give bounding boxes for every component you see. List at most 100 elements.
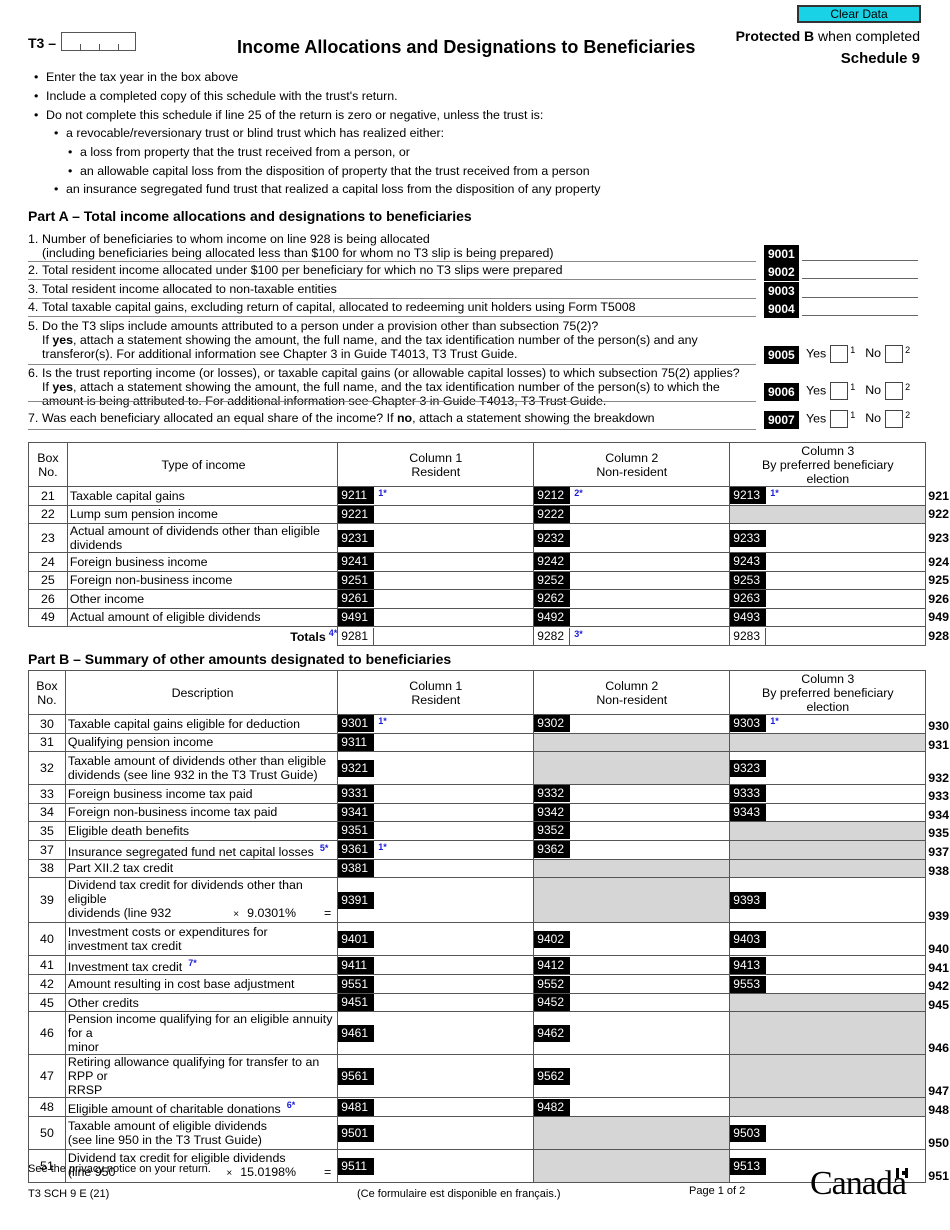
amount-input[interactable]	[374, 505, 534, 523]
answer-input[interactable]	[802, 300, 918, 316]
amount-input[interactable]	[570, 608, 730, 626]
amount-input[interactable]	[374, 975, 534, 993]
question-line: If yes, attach a statement showing the a…	[28, 333, 756, 347]
line-number: 945	[928, 997, 949, 1012]
answer-input[interactable]	[802, 245, 918, 261]
line-number: 934	[928, 807, 949, 822]
amount-input[interactable]	[374, 733, 534, 751]
amount-input[interactable]	[374, 1157, 534, 1175]
amount-field: 9232	[534, 529, 730, 547]
amount-field: 9211 1*	[338, 487, 534, 505]
amount-input[interactable]	[374, 994, 534, 1011]
line-number: 935	[928, 826, 949, 840]
box-number: 23	[28, 523, 68, 553]
field-code: 9005	[764, 346, 799, 364]
amount-input[interactable]	[374, 553, 534, 571]
amount-input[interactable]	[570, 785, 730, 803]
amount-input[interactable]	[374, 759, 534, 777]
amount-input[interactable]	[374, 891, 534, 909]
footnote-ref: 1*	[770, 488, 779, 499]
tax-year-input[interactable]	[61, 32, 136, 51]
amount-input[interactable]	[570, 841, 730, 859]
table-row: 34 Foreign non-business income tax paid 93…	[28, 802, 950, 822]
amount-input[interactable]	[766, 590, 926, 608]
clear-data-button[interactable]: Clear Data	[797, 5, 921, 23]
amount-input[interactable]	[766, 785, 926, 803]
amount-input[interactable]	[766, 803, 926, 821]
amount-input[interactable]	[570, 822, 730, 840]
form-prefix: T3 –	[28, 35, 57, 51]
amount-input[interactable]	[570, 975, 730, 993]
amount-input[interactable]	[766, 975, 926, 993]
amount-input[interactable]	[374, 529, 534, 547]
yes-checkbox[interactable]	[830, 345, 849, 363]
description-text: Insurance segregated fund net capital lo…	[67, 844, 314, 859]
yes-label: Yes	[806, 383, 827, 398]
amount-input[interactable]	[570, 930, 730, 948]
amount-input[interactable]	[374, 841, 534, 859]
amount-input[interactable]	[766, 930, 926, 948]
no-checkbox[interactable]	[885, 382, 904, 400]
amount-input[interactable]	[766, 608, 926, 626]
amount-input[interactable]	[570, 553, 730, 571]
yes-checkbox[interactable]	[830, 410, 849, 428]
table-row: 22 Lump sum pension income 9221 9222 922	[28, 504, 950, 524]
amount-input[interactable]	[374, 956, 534, 974]
amount-input[interactable]	[374, 571, 534, 589]
amount-input[interactable]	[374, 859, 534, 877]
amount-input[interactable]	[570, 487, 730, 505]
amount-input[interactable]	[374, 715, 534, 733]
amount-input[interactable]	[570, 505, 730, 523]
box-code: 9511	[338, 1157, 375, 1175]
no-checkbox[interactable]	[885, 410, 904, 428]
amount-input[interactable]	[570, 956, 730, 974]
total-input[interactable]	[374, 627, 534, 645]
answer-input[interactable]	[802, 263, 918, 279]
amount-input[interactable]	[374, 1124, 534, 1142]
amount-input[interactable]	[766, 553, 926, 571]
yes-checkbox[interactable]	[830, 382, 849, 400]
amount-input[interactable]	[374, 487, 534, 505]
amount-input[interactable]	[766, 956, 926, 974]
amount-input[interactable]	[766, 759, 926, 777]
protected-label: Protected B when completed	[736, 28, 920, 44]
answer-input[interactable]	[802, 282, 918, 298]
amount-input[interactable]	[374, 803, 534, 821]
amount-input[interactable]	[570, 1098, 730, 1116]
amount-input[interactable]	[570, 571, 730, 589]
amount-input[interactable]	[374, 930, 534, 948]
amount-input[interactable]	[766, 571, 926, 589]
amount-input[interactable]	[570, 590, 730, 608]
amount-cell: 9552	[533, 974, 731, 994]
amount-cell: 9242	[533, 552, 731, 572]
total-input[interactable]	[570, 627, 730, 645]
amount-input[interactable]	[374, 608, 534, 626]
amount-input[interactable]	[570, 1024, 730, 1042]
amount-input[interactable]	[374, 1067, 534, 1085]
amount-input[interactable]	[374, 785, 534, 803]
amount-input[interactable]	[570, 715, 730, 733]
question-line-text: transferor(s). For additional informatio…	[42, 347, 518, 361]
amount-input[interactable]	[766, 715, 926, 733]
amount-field: 9361 1*	[338, 841, 534, 859]
amount-input[interactable]	[570, 1067, 730, 1085]
amount-input[interactable]	[766, 1124, 926, 1142]
amount-input[interactable]	[766, 891, 926, 909]
amount-input[interactable]	[374, 590, 534, 608]
no-label: No	[865, 346, 882, 361]
amount-input[interactable]	[570, 803, 730, 821]
amount-input[interactable]	[570, 994, 730, 1011]
income-type: Taxable capital gains	[66, 486, 339, 506]
amount-cell: 9241	[337, 552, 535, 572]
amount-input[interactable]	[374, 1024, 534, 1042]
total-input[interactable]	[766, 627, 926, 645]
amount-input[interactable]	[766, 529, 926, 547]
amount-input[interactable]	[374, 822, 534, 840]
amount-field: 9413	[730, 956, 926, 974]
amount-input[interactable]	[374, 1098, 534, 1116]
table-row: 31 Qualifying pension income 9311 931	[28, 732, 950, 752]
no-checkbox[interactable]	[885, 345, 904, 363]
amount-input[interactable]	[570, 529, 730, 547]
amount-input[interactable]	[766, 487, 926, 505]
amount-cell: 9213 1*	[729, 486, 927, 506]
